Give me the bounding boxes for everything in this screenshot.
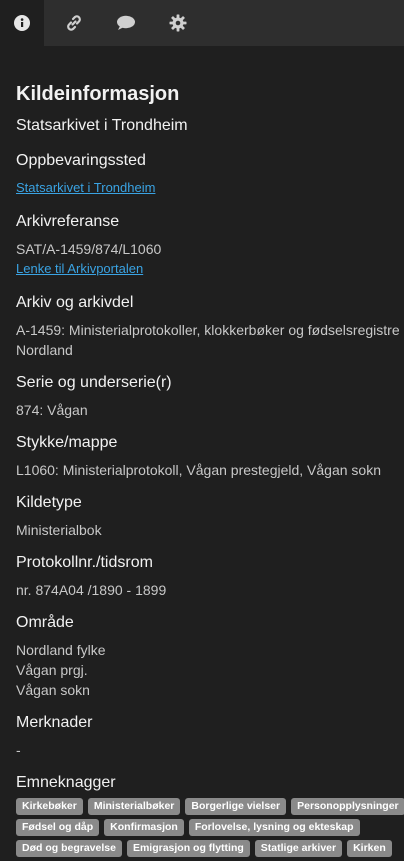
tag-list: Kirkebøker Ministerialbøker Borgerlige v… [16, 798, 404, 861]
tag[interactable]: Død og begravelse [16, 840, 122, 857]
notes-value: - [16, 742, 21, 758]
source-info-panel: Kildeinformasjon Statsarkivet i Trondhei… [16, 82, 400, 793]
archive-heading: Arkiv og arkivdel [16, 294, 134, 311]
area-heading: Område [16, 614, 74, 631]
tag[interactable]: Ministerialbøker [87, 798, 181, 815]
tag-row: Død og begravelse Emigrasjon og flytting… [16, 840, 404, 857]
storage-heading: Oppbevaringssted [16, 152, 146, 169]
tag[interactable]: Forlovelse, lysning og ekteskap [188, 819, 360, 836]
archive-value-line1: A-1459: Ministerialprotokoller, klokkerb… [16, 322, 400, 338]
tag[interactable]: Konfirmasjon [104, 819, 184, 836]
tag-row: Fødsel og dåp Konfirmasjon Forlovelse, l… [16, 819, 404, 836]
comment-icon [116, 15, 136, 31]
tags-heading: Emneknagger [16, 774, 116, 791]
reference-heading: Arkivreferanse [16, 213, 120, 230]
tag[interactable]: Kirkebøker [16, 798, 83, 815]
archive-value-line2: Nordland [16, 342, 73, 358]
tab-settings[interactable] [152, 0, 204, 46]
tag[interactable]: Fødsel og dåp [16, 819, 100, 836]
tag[interactable]: Borgerlige vielser [185, 798, 287, 815]
piece-heading: Stykke/mappe [16, 434, 118, 451]
notes-heading: Merknader [16, 714, 93, 731]
tag[interactable]: Emigrasjon og flytting [126, 840, 250, 857]
series-heading: Serie og underserie(r) [16, 374, 172, 391]
source-type-value: Ministerialbok [16, 522, 102, 538]
tab-bar [0, 0, 404, 46]
page-title: Kildeinformasjon [16, 83, 180, 105]
link-icon [65, 14, 83, 32]
tag-row: Kirkebøker Ministerialbøker Borgerlige v… [16, 798, 404, 815]
tag[interactable]: Personopplysninger [291, 798, 404, 815]
arkivportalen-link[interactable]: Lenke til Arkivportalen [16, 259, 400, 279]
tab-comments[interactable] [100, 0, 152, 46]
info-icon [14, 15, 30, 31]
tab-links[interactable] [48, 0, 100, 46]
area-value-line1: Nordland fylke [16, 642, 106, 658]
area-value-line2: Vågan prgj. [16, 662, 88, 678]
archive-name: Statsarkivet i Trondheim [16, 117, 188, 134]
series-value: 874: Vågan [16, 402, 88, 418]
protocol-heading: Protokollnr./tidsrom [16, 554, 153, 571]
tag[interactable]: Kirken [347, 840, 392, 857]
tab-info[interactable] [0, 0, 44, 46]
source-type-heading: Kildetype [16, 494, 82, 511]
area-value-line3: Vågan sokn [16, 682, 90, 698]
storage-link[interactable]: Statsarkivet i Trondheim [16, 178, 400, 198]
reference-value: SAT/A-1459/874/L1060 [16, 241, 162, 257]
tag[interactable]: Statlige arkiver [254, 840, 343, 857]
gear-icon [169, 14, 187, 32]
piece-value: L1060: Ministerialprotokoll, Vågan prest… [16, 462, 382, 478]
protocol-value: nr. 874A04 /1890 - 1899 [16, 582, 167, 598]
